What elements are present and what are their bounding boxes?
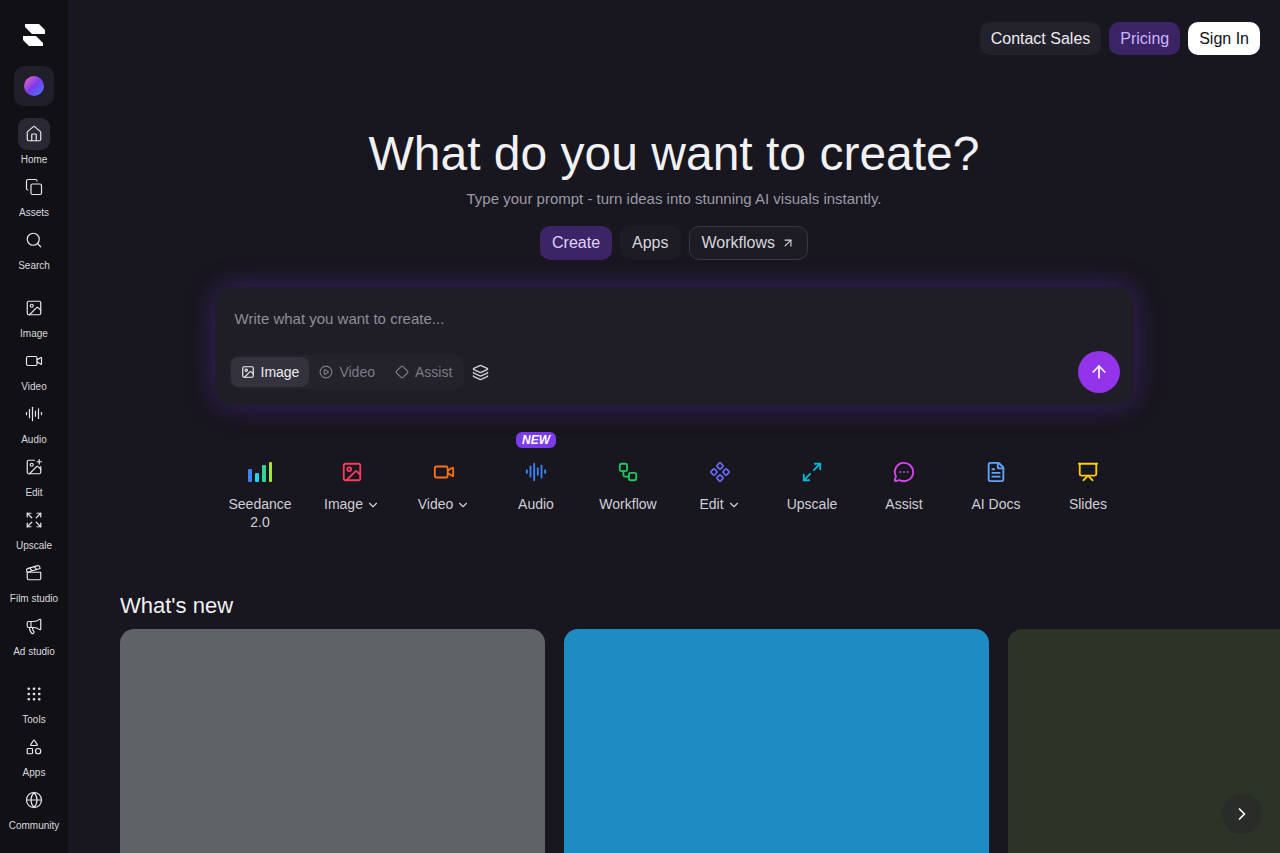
prompt-modes: ImageVideoAssist bbox=[229, 355, 465, 389]
sidebar-item-icon bbox=[25, 564, 43, 582]
prompt-input[interactable]: Write what you want to create... bbox=[229, 309, 1120, 329]
mode-tab[interactable]: Apps bbox=[620, 226, 680, 260]
sidebar-item-icon bbox=[25, 231, 43, 249]
sidebar-item[interactable]: Audio bbox=[0, 398, 68, 451]
header-button[interactable]: Pricing bbox=[1109, 22, 1180, 55]
sidebar-item[interactable]: Film studio bbox=[0, 557, 68, 610]
chevron-down-icon bbox=[456, 498, 470, 512]
seedance-icon bbox=[247, 461, 273, 483]
sidebar-group: ImageVideoAudioEditUpscaleFilm studioAd … bbox=[0, 292, 68, 663]
tool-item[interactable]: AI Docs bbox=[950, 432, 1042, 531]
tool-item[interactable]: Video bbox=[398, 432, 490, 531]
sidebar-group: HomeAssetsSearch bbox=[0, 118, 68, 277]
sidebar-item-icon bbox=[25, 791, 43, 809]
avatar-button[interactable] bbox=[14, 66, 54, 106]
sidebar: HomeAssetsSearch ImageVideoAudioEditUpsca… bbox=[0, 0, 68, 853]
sidebar-item[interactable]: Video bbox=[0, 345, 68, 398]
whats-new-title: What's new bbox=[120, 593, 1280, 619]
next-button[interactable] bbox=[1222, 794, 1262, 834]
prompt-mode[interactable]: Image bbox=[231, 357, 310, 387]
new-badge: NEW bbox=[516, 432, 556, 448]
chevron-down-icon bbox=[727, 498, 741, 512]
sidebar-item[interactable]: Upscale bbox=[0, 504, 68, 557]
sidebar-item[interactable]: Tools bbox=[0, 678, 68, 731]
header-button[interactable]: Contact Sales bbox=[980, 22, 1102, 55]
sidebar-item[interactable]: Edit bbox=[0, 451, 68, 504]
tool-item[interactable]: Assist bbox=[858, 432, 950, 531]
sidebar-item-icon bbox=[25, 405, 43, 423]
chevron-down-icon bbox=[366, 498, 380, 512]
sidebar-item-icon bbox=[25, 178, 43, 196]
sidebar-item[interactable]: Search bbox=[0, 224, 68, 277]
tool-item[interactable]: Image bbox=[306, 432, 398, 531]
prompt-box: Write what you want to create... ImageVid… bbox=[215, 287, 1134, 405]
tool-icon bbox=[801, 461, 823, 483]
sidebar-item[interactable]: Ad studio bbox=[0, 610, 68, 663]
tool-item[interactable]: Seedance 2.0 bbox=[214, 432, 306, 531]
mode-tab[interactable]: Workflows bbox=[689, 226, 809, 260]
top-bar: Contact SalesPricingSign In bbox=[68, 0, 1280, 55]
prompt-mode[interactable]: Assist bbox=[385, 357, 462, 387]
main: Contact SalesPricingSign In What do you w… bbox=[68, 0, 1280, 853]
app: HomeAssetsSearchImageVideoAudioEditUpsca… bbox=[0, 0, 1280, 853]
sidebar-item[interactable]: Community bbox=[0, 784, 68, 837]
tool-item[interactable]: Edit bbox=[674, 432, 766, 531]
sidebar-group: ToolsAppsCommunity bbox=[0, 678, 68, 837]
tool-item[interactable]: Workflow bbox=[582, 432, 674, 531]
sidebar-item[interactable]: Assets bbox=[0, 171, 68, 224]
sidebar-item-icon bbox=[25, 738, 43, 756]
tool-item[interactable]: Slides bbox=[1042, 432, 1134, 531]
sidebar-item[interactable]: Image bbox=[0, 292, 68, 345]
sidebar-item-icon bbox=[25, 125, 43, 143]
tool-icon bbox=[1077, 461, 1099, 483]
tool-icon bbox=[341, 461, 363, 483]
options-icon[interactable] bbox=[472, 364, 489, 381]
sidebar-item-icon bbox=[25, 352, 43, 370]
prompt-mode-icon bbox=[395, 365, 409, 379]
tool-row: Seedance 2.0ImageVideoNEWAudioWorkflowEd… bbox=[68, 432, 1280, 531]
sidebar-item[interactable]: Home bbox=[0, 118, 68, 171]
news-card[interactable] bbox=[564, 629, 989, 853]
mode-tabs: CreateApps Workflows bbox=[68, 226, 1280, 260]
mode-tab[interactable]: Create bbox=[540, 226, 612, 260]
sidebar-item-icon bbox=[25, 299, 43, 317]
prompt-mode[interactable]: Video bbox=[309, 357, 385, 387]
tool-item[interactable]: NEWAudio bbox=[490, 432, 582, 531]
arrow-up-icon bbox=[1089, 362, 1109, 382]
header-button[interactable]: Sign In bbox=[1188, 22, 1260, 55]
tool-icon bbox=[617, 461, 639, 483]
sidebar-item-icon bbox=[25, 617, 43, 635]
tool-icon bbox=[433, 461, 455, 483]
tool-icon bbox=[709, 461, 731, 483]
send-button[interactable] bbox=[1078, 351, 1120, 393]
external-link-icon bbox=[781, 236, 795, 250]
sidebar-item-icon bbox=[25, 685, 43, 703]
tool-icon bbox=[893, 461, 915, 483]
hero-subtitle: Type your prompt - turn ideas into stunn… bbox=[68, 189, 1280, 209]
sidebar-item-icon bbox=[25, 511, 43, 529]
chevron-right-icon bbox=[1232, 804, 1252, 824]
logo-icon[interactable] bbox=[21, 22, 47, 48]
avatar-icon bbox=[24, 76, 44, 96]
whats-new: What's new bbox=[68, 593, 1280, 853]
sidebar-item[interactable]: Apps bbox=[0, 731, 68, 784]
news-card[interactable] bbox=[120, 629, 545, 853]
tool-item[interactable]: Upscale bbox=[766, 432, 858, 531]
sidebar-item-icon bbox=[25, 458, 43, 476]
hero-title: What do you want to create? bbox=[68, 128, 1280, 180]
prompt-mode-icon bbox=[241, 365, 255, 379]
tool-icon bbox=[525, 461, 547, 483]
prompt-mode-icon bbox=[319, 365, 333, 379]
tool-icon bbox=[985, 461, 1007, 483]
